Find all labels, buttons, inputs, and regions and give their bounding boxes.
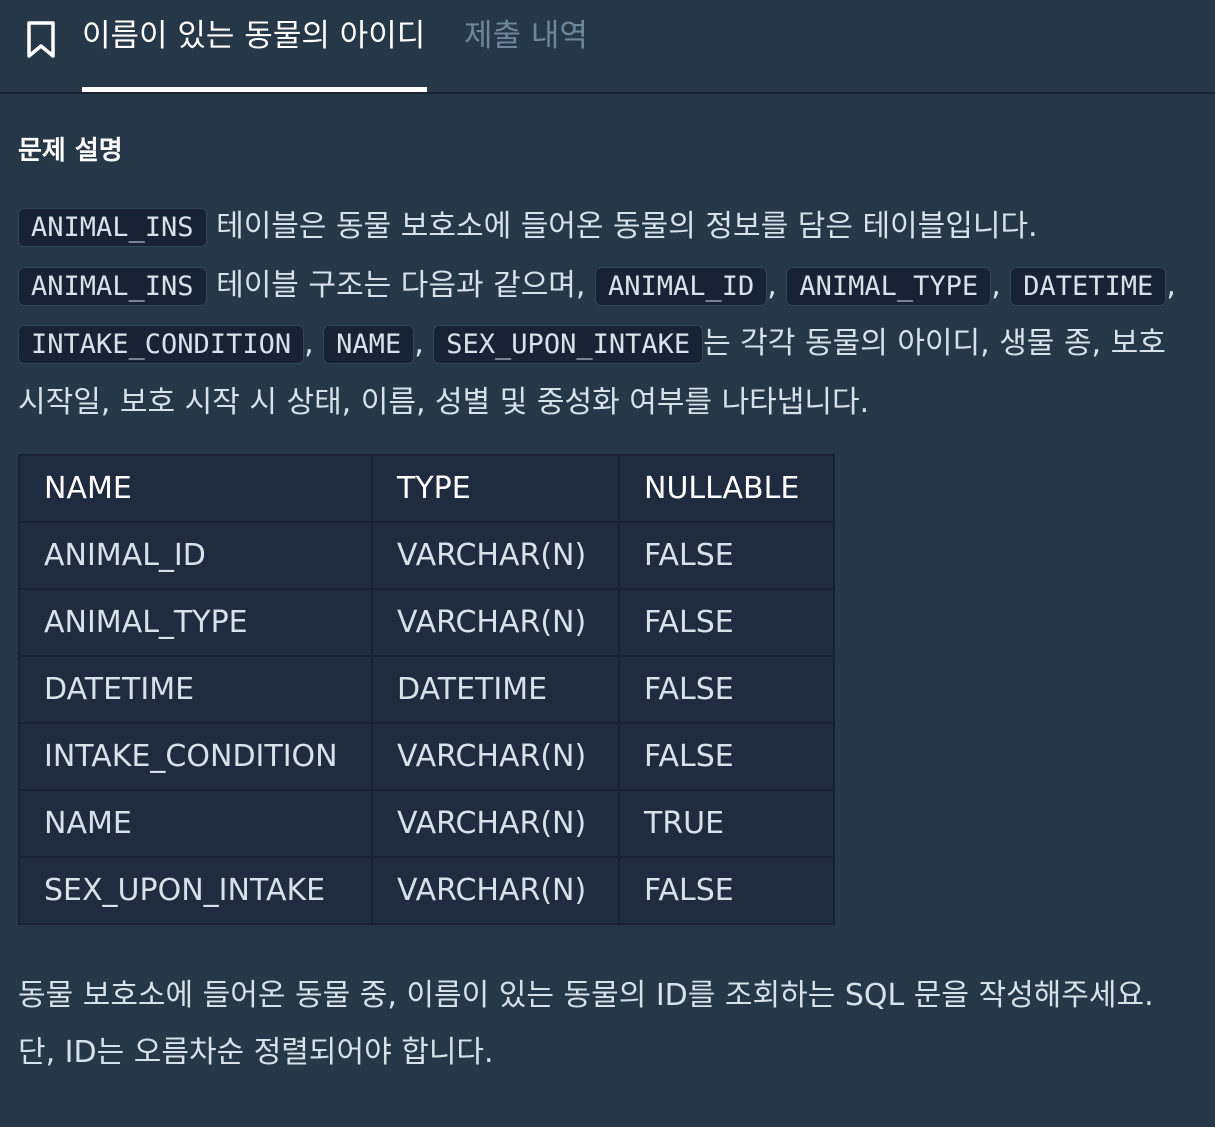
table-row: INTAKE_CONDITION VARCHAR(N) FALSE (18, 722, 835, 791)
cell-type: VARCHAR(N) (371, 588, 620, 657)
cell-name: ANIMAL_TYPE (18, 588, 373, 657)
cell-nullable: FALSE (618, 521, 835, 590)
code-intake-condition: INTAKE_CONDITION (18, 325, 305, 364)
desc-comma: , (414, 326, 434, 361)
cell-type: VARCHAR(N) (371, 722, 620, 791)
table-row: ANIMAL_TYPE VARCHAR(N) FALSE (18, 588, 835, 657)
top-tab-bar: 이름이 있는 동물의 아이디 제출 내역 (0, 0, 1215, 94)
header-nullable: NULLABLE (618, 454, 835, 523)
cell-name: ANIMAL_ID (18, 521, 373, 590)
bookmark-icon[interactable] (26, 20, 56, 60)
header-type: TYPE (371, 454, 620, 523)
cell-name: INTAKE_CONDITION (18, 722, 373, 791)
desc-text-2: 테이블 구조는 다음과 같으며, (206, 267, 595, 303)
section-title: 문제 설명 (18, 136, 123, 166)
code-datetime: DATETIME (1010, 266, 1167, 306)
cell-name: SEX_UPON_INTAKE (18, 856, 373, 925)
schema-table: NAME TYPE NULLABLE ANIMAL_ID VARCHAR(N) … (18, 454, 835, 925)
code-animal-type: ANIMAL_TYPE (786, 266, 992, 306)
tab-problem[interactable]: 이름이 있는 동물의 아이디 (82, 14, 428, 92)
cell-type: VARCHAR(N) (371, 789, 620, 858)
cell-type: VARCHAR(N) (371, 521, 620, 590)
table-row: SEX_UPON_INTAKE VARCHAR(N) FALSE (18, 856, 835, 925)
cell-nullable: FALSE (618, 856, 835, 925)
table-header-row: NAME TYPE NULLABLE (18, 454, 835, 523)
cell-type: DATETIME (371, 655, 620, 724)
table-row: ANIMAL_ID VARCHAR(N) FALSE (18, 521, 835, 590)
cell-type: VARCHAR(N) (371, 856, 620, 925)
desc-comma: , (304, 326, 324, 361)
problem-description: ANIMAL_INS 테이블은 동물 보호소에 들어온 동물의 정보를 담은 테… (18, 198, 1188, 431)
desc-text-1: 테이블은 동물 보호소에 들어온 동물의 정보를 담은 테이블입니다. (206, 209, 1038, 244)
cell-name: NAME (18, 789, 373, 858)
desc-comma: , (1166, 267, 1176, 303)
table-row: NAME VARCHAR(N) TRUE (18, 789, 835, 858)
cell-nullable: FALSE (618, 655, 835, 724)
code-sex-upon-intake: SEX_UPON_INTAKE (433, 325, 704, 364)
table-row: DATETIME DATETIME FALSE (18, 655, 835, 724)
cell-nullable: FALSE (618, 722, 835, 791)
code-name: NAME (323, 325, 415, 364)
code-table-name: ANIMAL_INS (18, 208, 207, 247)
problem-requirement: 동물 보호소에 들어온 동물 중, 이름이 있는 동물의 ID를 조회하는 SQ… (18, 978, 1154, 1070)
tab-submission-history[interactable]: 제출 내역 (464, 14, 588, 58)
desc-comma: , (767, 267, 787, 303)
code-animal-id: ANIMAL_ID (594, 266, 768, 306)
cell-name: DATETIME (18, 655, 373, 724)
cell-nullable: TRUE (618, 789, 835, 858)
desc-comma: , (991, 267, 1011, 303)
code-table-name-2: ANIMAL_INS (18, 266, 207, 306)
header-name: NAME (18, 454, 373, 523)
cell-nullable: FALSE (618, 588, 835, 657)
